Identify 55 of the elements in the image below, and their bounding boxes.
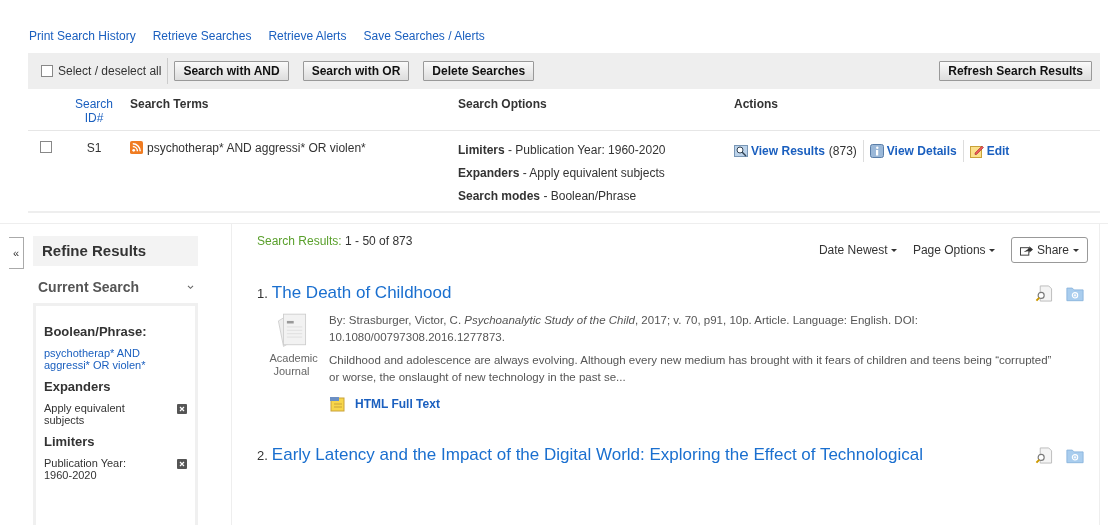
sort-dropdown[interactable]: Date Newest [818, 243, 897, 257]
refresh-button[interactable]: Refresh Search Results [939, 61, 1092, 81]
search-option: Limiters - Publication Year: 1960-2020 [458, 143, 734, 157]
preview-icon[interactable] [1035, 446, 1053, 464]
result-title-link[interactable]: Early Latency and the Impact of the Digital World: Exploring the Effect of Technological [271, 445, 923, 465]
history-link[interactable]: Retrieve Searches [152, 28, 252, 43]
abstract-text: Childhood and adolescence are always evolving. Although every new medium has brought with it fears of children and teens being “corrupted” or worse, the onslaught of new technology in the past se... [329, 353, 1053, 385]
full-text-link[interactable]: HTML Full Text [355, 397, 440, 411]
search-action-button[interactable]: Delete Searches [423, 61, 535, 81]
result-number: 1. [257, 285, 268, 301]
facet-heading: Expanders [44, 379, 112, 394]
result-number: 2. [257, 447, 268, 463]
chevron-icon[interactable] [187, 284, 194, 290]
history-link[interactable]: Retrieve Alerts [268, 28, 347, 43]
magnifier-icon[interactable] [734, 144, 748, 158]
facet-value: Publication Year: 1960-2020 [44, 457, 127, 481]
edit-icon[interactable] [969, 144, 984, 158]
facet-heading: Limiters [44, 434, 96, 449]
history-link[interactable]: Print Search History [29, 28, 136, 43]
section-title[interactable]: Current Search [38, 279, 140, 295]
page-options-dropdown[interactable]: Page Options [912, 243, 995, 257]
column-header[interactable]: Search ID# [66, 97, 122, 125]
search-action-button[interactable]: Search with OR [302, 61, 410, 81]
preview-icon[interactable] [1035, 284, 1053, 302]
facet-heading: Boolean/Phrase: [44, 324, 148, 339]
share-button[interactable]: Share [1010, 237, 1088, 263]
rss-icon[interactable] [130, 141, 143, 154]
facet-value: Apply equivalent subjects [44, 402, 126, 426]
view-details-link[interactable]: View Details [886, 144, 957, 158]
refine-results-header: Refine Results [33, 236, 198, 266]
citation-text: By: Strasburger, Victor, C. Psychoanalytic Study of the Child, 2017; v. 70, p91, 10p. Article. Language: English. DOI: 10.1080/00797308.2016.1277873. [329, 313, 919, 345]
column-header: Actions [734, 97, 779, 113]
html-document-icon[interactable] [329, 396, 345, 412]
search-option: Search modes - Boolean/Phrase [458, 189, 734, 203]
column-header: Search Terms [129, 97, 210, 113]
search-action-button[interactable]: Search with AND [174, 61, 289, 81]
checkbox[interactable] [41, 65, 53, 77]
history-link[interactable]: Save Searches / Alerts [363, 28, 485, 43]
collapse-button[interactable]: « [9, 237, 24, 269]
search-option: Expanders - Apply equivalent subjects [458, 166, 734, 180]
search-terms: psychotherap* AND aggressi* OR violen* [147, 141, 366, 155]
result-count: (873) [828, 144, 857, 158]
column-header: Search Options [458, 97, 548, 113]
remove-icon[interactable] [177, 404, 187, 414]
view-results-link[interactable]: View Results [751, 144, 825, 158]
share-icon [1019, 244, 1033, 256]
results-count: Search Results: 1 - 50 of 873 [257, 234, 413, 248]
search-terms-link[interactable]: psychotherap* AND aggressi* OR violen* [44, 347, 187, 371]
remove-icon[interactable] [177, 459, 187, 469]
search-id: S1 [85, 141, 103, 155]
select-all-label: Select / deselect all [58, 64, 162, 78]
info-icon[interactable] [869, 144, 884, 158]
checkbox[interactable] [40, 141, 52, 153]
edit-link[interactable]: Edit [986, 144, 1010, 158]
result-title-link[interactable]: The Death of Childhood [271, 283, 452, 303]
